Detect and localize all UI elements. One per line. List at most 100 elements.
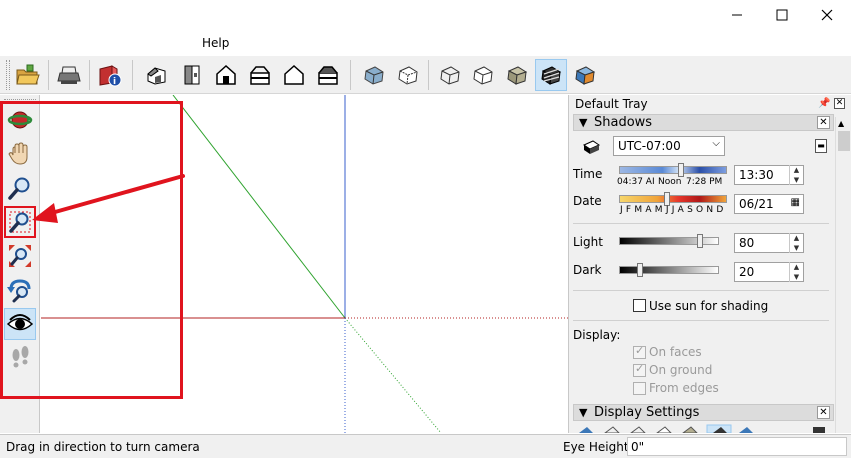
minimize-button[interactable] [714,0,760,30]
date-slider[interactable] [619,195,727,203]
tray-title: Default Tray [575,97,648,111]
light-slider-thumb[interactable] [697,234,703,248]
cube-xray-icon [364,66,384,85]
view-top-button[interactable] [176,59,208,91]
collapse-icon: ▼ [579,116,588,129]
close-button[interactable] [804,0,850,30]
orbit-button[interactable] [4,104,36,136]
status-message: Drag in direction to turn camera [6,440,200,454]
view-front-button[interactable] [210,59,242,91]
display-settings-header[interactable]: ▼ Display Settings ✕ [573,404,834,421]
cube-hidden-line-icon [473,66,493,85]
light-spinner[interactable]: ▲ ▼ [789,233,803,253]
time-spinner[interactable]: ▲ ▼ [789,165,803,185]
time-value: 13:30 [739,168,774,182]
previous-view-button[interactable] [4,274,36,306]
shaded-button[interactable] [501,59,533,91]
shadows-panel-header[interactable]: ▼ Shadows ✕ [573,114,834,131]
dark-input[interactable]: 20 ▲ ▼ [734,262,804,282]
from-edges-label: From edges [649,381,719,395]
drawing-viewport[interactable] [41,95,568,433]
on-ground-label: On ground [649,363,713,377]
tray-scrollbar[interactable]: ▲ [835,117,851,433]
time-slider[interactable] [619,166,727,174]
use-sun-label: Use sun for shading [649,299,769,313]
green-axis-dotted [344,317,442,433]
title-bar [0,0,851,30]
shadow-toggle-icon[interactable] [581,137,601,157]
walk-button[interactable] [4,342,36,374]
months-label: J F M A M J J A S O N D [620,205,724,215]
view-left-button[interactable] [312,59,344,91]
timezone-select[interactable]: UTC-07:00 ⌵ [613,136,725,156]
zoom-button[interactable] [4,172,36,204]
calendar-icon[interactable]: ▦ [791,197,800,208]
dark-value: 20 [739,265,755,279]
display-settings-close-icon[interactable]: ✕ [817,406,830,419]
on-faces-label: On faces [649,345,702,359]
maximize-icon [776,9,788,21]
scroll-up-icon[interactable]: ▲ [838,119,844,128]
green-axis [172,95,346,319]
view-iso-button[interactable] [141,59,173,91]
display-settings-title: Display Settings [594,405,700,420]
pan-button[interactable] [4,138,36,170]
from-edges-checkbox[interactable] [633,382,646,395]
cube-wireframe-icon [440,66,460,85]
back-edges-button[interactable] [392,59,424,91]
chevron-down-icon: ⌵ [712,138,720,149]
hidden-line-button[interactable] [467,59,499,91]
cube-back-edges-icon [398,66,418,85]
view-right-button[interactable] [244,59,276,91]
noon-label: Noon [658,177,682,187]
on-ground-checkbox[interactable] [633,362,646,377]
previous-view-icon [7,279,31,303]
time-input[interactable]: 13:30 ▲ ▼ [734,165,804,185]
eye-height-input[interactable]: 0" [627,437,847,456]
date-input[interactable]: 06/21 ▦ [734,194,804,214]
scroll-thumb[interactable] [838,131,850,151]
view-back-button[interactable] [278,59,310,91]
display-style-strip [579,424,825,433]
house-iso-icon [147,67,166,85]
footprints-icon [12,346,29,368]
light-input[interactable]: 80 ▲ ▼ [734,233,804,253]
monochrome-button[interactable] [569,59,601,91]
open-button[interactable] [12,59,44,91]
look-around-button[interactable] [4,308,36,340]
print-button[interactable] [53,59,85,91]
light-slider[interactable] [619,237,719,245]
magnifier-icon [8,177,30,200]
tray-close-icon[interactable]: ✕ [834,98,845,109]
model-info-button[interactable]: i [94,59,126,91]
cube-monochrome-icon [575,66,596,85]
main-toolbar: i [0,56,851,94]
dark-spinner[interactable]: ▲ ▼ [789,262,803,282]
use-sun-checkbox[interactable] [633,299,646,312]
date-value: 06/21 [739,197,774,211]
date-label: Date [573,194,602,208]
cube-textures-icon [541,66,562,85]
default-tray: Default Tray 📌 ✕ ▼ Shadows ✕ UTC-07:00 ⌵… [568,95,851,433]
toolbar-grip[interactable] [6,60,10,90]
dark-slider[interactable] [619,266,719,274]
date-slider-thumb[interactable] [664,192,670,206]
pin-icon[interactable]: 📌 [818,98,830,109]
house-front-icon [216,64,236,85]
status-bar: Drag in direction to turn camera Eye Hei… [0,434,851,458]
sunrise-label: 04:37 AI [617,177,655,187]
timezone-value: UTC-07:00 [618,139,681,153]
expand-panel-icon[interactable]: ▬ [815,139,827,153]
shadows-close-icon[interactable]: ✕ [817,116,830,129]
time-slider-thumb[interactable] [678,163,684,177]
sunset-label: 7:28 PM [686,177,723,187]
xray-button[interactable] [358,59,390,91]
dark-slider-thumb[interactable] [637,263,643,277]
menu-help[interactable]: Help [202,36,229,50]
zoom-extents-button[interactable] [4,240,36,272]
wireframe-button[interactable] [434,59,466,91]
zoom-window-button[interactable] [4,206,36,238]
on-faces-checkbox[interactable] [633,344,646,359]
maximize-button[interactable] [759,0,805,30]
shaded-textures-button[interactable] [535,59,567,91]
